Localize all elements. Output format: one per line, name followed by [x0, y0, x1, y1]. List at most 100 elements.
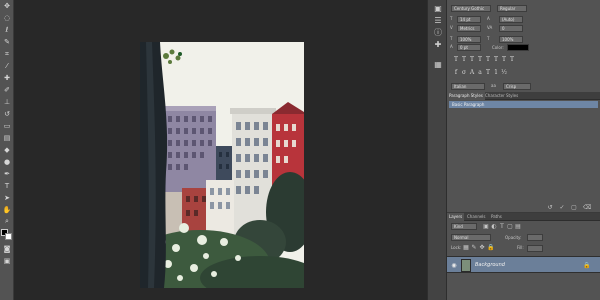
- screen-mode-icon[interactable]: ▣: [2, 257, 12, 265]
- ordinals-icon[interactable]: 1: [493, 70, 499, 76]
- type-filter-icon[interactable]: T: [499, 224, 505, 230]
- lock-pixels-icon[interactable]: ▦: [463, 245, 469, 251]
- tab-layers[interactable]: Layers: [447, 213, 465, 221]
- clear-override-icon[interactable]: ↺: [547, 205, 553, 211]
- color-label: Color:: [492, 45, 504, 50]
- tracking-icon: VA: [487, 25, 493, 30]
- kerning-field[interactable]: Metrics: [457, 25, 481, 32]
- street-buildings-photo: [140, 42, 304, 288]
- font-family-select[interactable]: Century Gothic: [451, 5, 491, 12]
- leading-field[interactable]: (Auto): [499, 16, 523, 23]
- brush-presets-icon[interactable]: ✚: [433, 40, 443, 50]
- font-size-field[interactable]: 14 pt: [457, 16, 481, 23]
- right-panels: Century Gothic Regular T 14 pt A (Auto) …: [447, 0, 600, 300]
- history-icon[interactable]: ▣: [433, 4, 443, 14]
- new-style-icon[interactable]: ▢: [571, 205, 577, 211]
- fractions-icon[interactable]: ½: [501, 70, 507, 76]
- opacity-label: Opacity:: [505, 235, 522, 240]
- fill-field[interactable]: [527, 245, 543, 252]
- hand-tool-icon[interactable]: ✋: [2, 206, 12, 214]
- vertical-scale-field[interactable]: 100%: [457, 36, 481, 43]
- baseline-shift-field[interactable]: 0 pt: [457, 44, 481, 51]
- document-photo[interactable]: [140, 42, 304, 288]
- path-select-tool-icon[interactable]: ➤: [2, 194, 12, 202]
- subscript-icon[interactable]: T: [493, 57, 499, 63]
- language-select[interactable]: Italian: [451, 83, 485, 90]
- gradient-tool-icon[interactable]: ▤: [2, 134, 12, 142]
- tab-paths[interactable]: Paths: [489, 213, 504, 221]
- horizontal-scale-field[interactable]: 100%: [499, 36, 523, 43]
- crop-tool-icon[interactable]: ⌗: [2, 50, 12, 58]
- properties-icon[interactable]: ☰: [433, 16, 443, 26]
- tab-character-styles[interactable]: Character Styles: [483, 92, 520, 100]
- redefine-style-icon[interactable]: ✓: [559, 205, 565, 211]
- tab-paragraph-styles[interactable]: Paragraph Styles: [447, 92, 485, 100]
- zoom-tool-icon[interactable]: ⌕: [2, 217, 12, 225]
- fill-label: Fill:: [517, 245, 524, 250]
- move-tool-icon[interactable]: ✥: [2, 2, 12, 10]
- tracking-field[interactable]: 0: [499, 25, 523, 32]
- tab-channels[interactable]: Channels: [465, 213, 488, 221]
- oldstyle-icon[interactable]: σ: [461, 70, 467, 76]
- alternates-icon[interactable]: a: [477, 70, 483, 76]
- paragraph-style-item[interactable]: Basic Paragraph: [449, 101, 598, 108]
- titling-icon[interactable]: T: [485, 70, 491, 76]
- font-style-select[interactable]: Regular: [497, 5, 527, 12]
- healing-brush-tool-icon[interactable]: ✚: [2, 74, 12, 82]
- vertical-scale-icon: T: [450, 36, 453, 41]
- antialias-icon: aa: [491, 83, 496, 88]
- blur-tool-icon[interactable]: ◆: [2, 146, 12, 154]
- font-size-icon: T: [450, 16, 453, 21]
- adjustment-filter-icon[interactable]: ◐: [491, 224, 497, 230]
- ligatures-icon[interactable]: f: [453, 70, 459, 76]
- navigator-icon[interactable]: ▦: [433, 60, 443, 70]
- pen-tool-icon[interactable]: ✒: [2, 170, 12, 178]
- lock-all-icon[interactable]: 🔒: [487, 245, 494, 251]
- eyedropper-tool-icon[interactable]: ⁄: [2, 62, 12, 70]
- photoshop-window: ✥ ◌ ℓ ✎ ⌗ ⁄ ✚ ✐ ⊥ ↺ ▭ ▤ ◆ ● ✒ T ➤ ✋ ⌕ ◙ …: [0, 0, 600, 300]
- quick-mask-icon[interactable]: ◙: [2, 245, 12, 253]
- tools-panel: ✥ ◌ ℓ ✎ ⌗ ⁄ ✚ ✐ ⊥ ↺ ▭ ▤ ◆ ● ✒ T ➤ ✋ ⌕ ◙ …: [0, 0, 14, 300]
- marquee-tool-icon[interactable]: ◌: [2, 14, 12, 22]
- text-color-swatch[interactable]: [507, 44, 529, 51]
- shape-filter-icon[interactable]: ▢: [507, 224, 513, 230]
- eraser-tool-icon[interactable]: ▭: [2, 122, 12, 130]
- smart-object-filter-icon[interactable]: ▤: [515, 224, 521, 230]
- history-brush-tool-icon[interactable]: ↺: [2, 110, 12, 118]
- visibility-eye-icon[interactable]: ◉: [451, 263, 457, 269]
- lock-position-icon[interactable]: ✥: [479, 245, 485, 251]
- brush-tool-icon[interactable]: ✐: [2, 86, 12, 94]
- background-color-swatch[interactable]: [5, 233, 12, 240]
- pixel-filter-icon[interactable]: ▣: [483, 224, 489, 230]
- type-tool-icon[interactable]: T: [2, 182, 12, 190]
- antialias-select[interactable]: Crisp: [503, 83, 531, 90]
- swash-icon[interactable]: A: [469, 70, 475, 76]
- panel-dock: ▣ ☰ ⓘ ✚ ▦: [427, 0, 447, 300]
- layer-kind-filter[interactable]: Kind: [451, 223, 477, 230]
- underline-icon[interactable]: T: [501, 57, 507, 63]
- info-icon[interactable]: ⓘ: [433, 28, 443, 38]
- dodge-tool-icon[interactable]: ●: [2, 158, 12, 166]
- faux-bold-icon[interactable]: T: [453, 57, 459, 63]
- layer-lock-icon: 🔒: [583, 262, 591, 269]
- lasso-tool-icon[interactable]: ℓ: [2, 26, 12, 34]
- styles-tabbar: Paragraph Styles Character Styles: [447, 92, 600, 100]
- small-caps-icon[interactable]: T: [477, 57, 483, 63]
- clone-stamp-tool-icon[interactable]: ⊥: [2, 98, 12, 106]
- layers-tabbar: Layers Channels Paths: [447, 213, 600, 221]
- all-caps-icon[interactable]: T: [469, 57, 475, 63]
- superscript-icon[interactable]: T: [485, 57, 491, 63]
- layer-name[interactable]: Background: [475, 262, 505, 268]
- opacity-field[interactable]: [527, 234, 543, 241]
- faux-italic-icon[interactable]: T: [461, 57, 467, 63]
- blend-mode-select[interactable]: Normal: [451, 234, 491, 241]
- lock-image-icon[interactable]: ✎: [471, 245, 477, 251]
- layer-thumbnail: [461, 259, 471, 272]
- strikethrough-icon[interactable]: T: [509, 57, 515, 63]
- lock-label: Lock:: [451, 245, 462, 250]
- baseline-shift-icon: A: [450, 44, 453, 49]
- quick-select-tool-icon[interactable]: ✎: [2, 38, 12, 46]
- canvas-area[interactable]: [14, 0, 427, 300]
- delete-style-icon[interactable]: ⌫: [583, 205, 591, 211]
- layer-row[interactable]: ◉ Background 🔒: [447, 256, 600, 273]
